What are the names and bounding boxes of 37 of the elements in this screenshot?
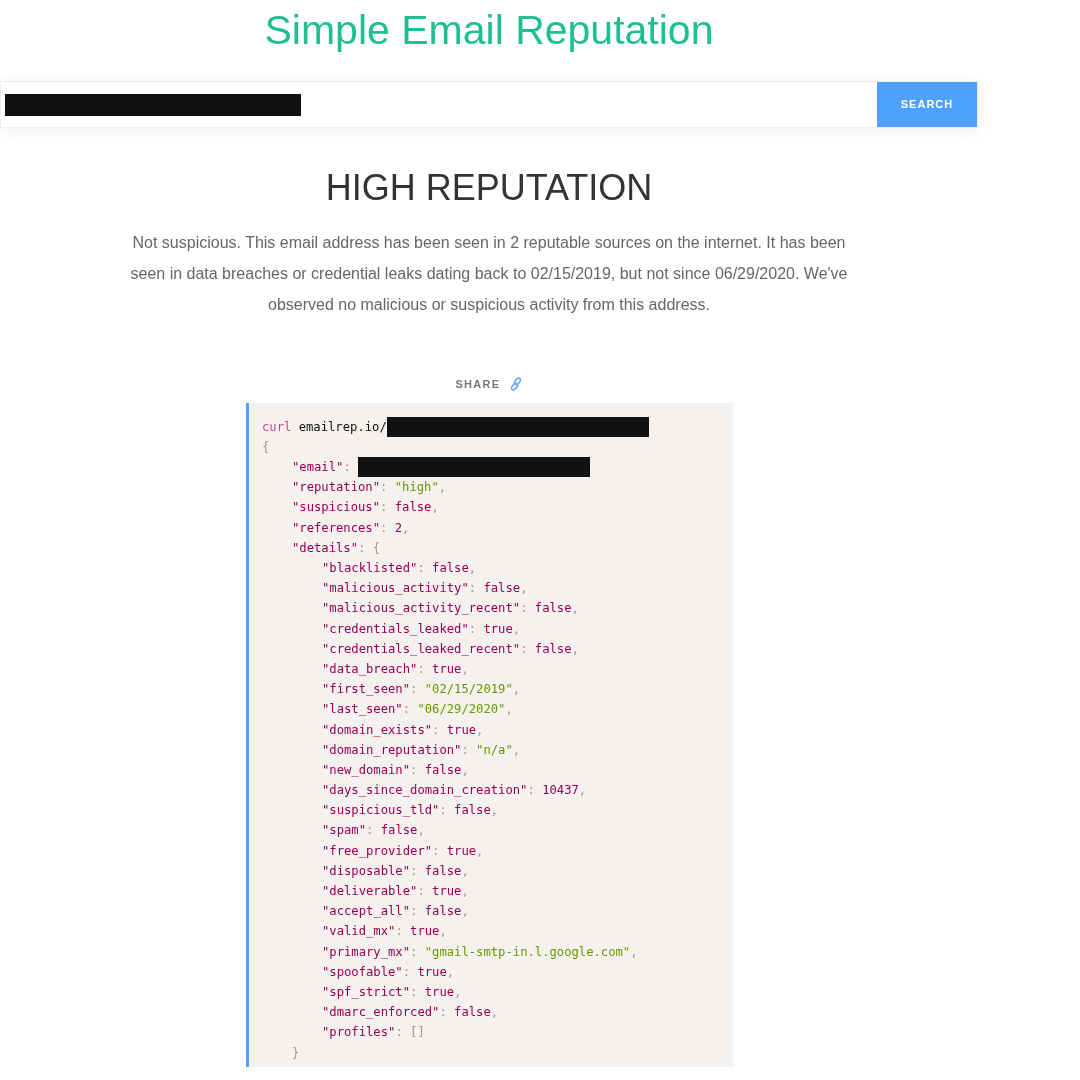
code-line: "references": 2, bbox=[291, 519, 411, 537]
code-line: "primary_mx": "gmail-smtp-in.l.google.com", bbox=[321, 943, 639, 961]
code-line: "new_domain": false, bbox=[321, 761, 470, 779]
code-line: "profiles": [] bbox=[321, 1024, 426, 1042]
result-heading: HIGH REPUTATION bbox=[324, 166, 654, 210]
code-line: "reputation": "high", bbox=[291, 479, 448, 497]
code-line: "blacklisted": false, bbox=[321, 560, 478, 577]
code-line: "days_since_domain_creation": 10437, bbox=[321, 782, 588, 800]
code-line: "deliverable": true, bbox=[321, 883, 470, 900]
code-line: "accept_all": false, bbox=[321, 903, 470, 921]
code-line: "spoofable": true, bbox=[321, 963, 456, 981]
code-line: "valid_mx": true, bbox=[321, 923, 448, 941]
code-line: "malicious_activity_recent": false, bbox=[321, 600, 580, 618]
code-line: "dmarc_enforced": false, bbox=[321, 1004, 500, 1022]
code-line: "suspicious_tld": false, bbox=[321, 802, 500, 820]
code-line: "free_provider": true, bbox=[321, 842, 485, 860]
code-line: "credentials_leaked": true, bbox=[321, 620, 522, 638]
share-link[interactable]: SHARE bbox=[455, 376, 501, 393]
code-line: } bbox=[291, 1044, 301, 1062]
code-line: "first_seen": "02/15/2019", bbox=[321, 681, 522, 699]
code-line: "malicious_activity": false, bbox=[321, 580, 529, 598]
code-line: "spf_strict": true, bbox=[321, 983, 463, 1001]
code-line: "domain_exists": true, bbox=[321, 721, 485, 739]
code-line: "domain_reputation": "n/a", bbox=[321, 741, 522, 759]
code-line: "last_seen": "06/29/2020", bbox=[321, 701, 514, 719]
result-summary: Not suspicious. This email address has been seen in 2 reputable sources on the internet. It has been seen in data breaches or credential leaks dating back to 02/15/2019, but not since 06/29/2020. We've observed no malicious or suspicious activity from this address. bbox=[129, 233, 849, 316]
page-title: Simple Email Reputation bbox=[263, 10, 715, 51]
code-line: "data_breach": true, bbox=[321, 660, 470, 678]
code-line: "details": { bbox=[291, 539, 382, 557]
url-text: emailrep.io/ bbox=[298, 418, 387, 436]
code-line: "spam": false, bbox=[321, 822, 426, 840]
code-line: "suspicious": false, bbox=[291, 499, 440, 517]
code-line: { bbox=[262, 438, 271, 456]
code-line: "credentials_leaked_recent": false, bbox=[321, 640, 580, 658]
code-line: "disposable": false, bbox=[321, 862, 470, 880]
command-text: curl bbox=[262, 418, 293, 436]
code-text: "email": bbox=[292, 459, 352, 477]
